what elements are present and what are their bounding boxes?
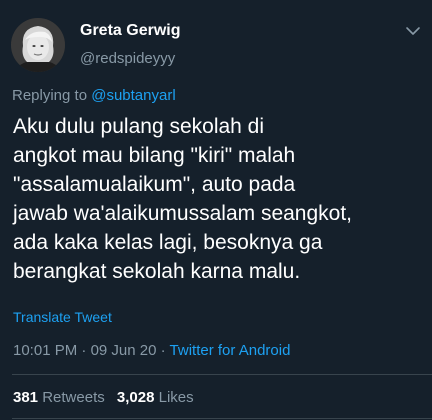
translate-tweet-link[interactable]: Translate Tweet bbox=[13, 309, 112, 325]
likes-count: 3,028 bbox=[116, 389, 155, 406]
tweet-text-line: berangkat sekolah karna malu. bbox=[13, 260, 301, 283]
tweet-text-line: jawab wa'alaikumussalam seangkot, bbox=[13, 202, 353, 225]
retweets-label: Retweets bbox=[42, 389, 105, 406]
tweet-source-link[interactable]: Twitter for Android bbox=[170, 342, 291, 359]
tweet-stats: 381 Retweets 3,028 Likes bbox=[13, 389, 202, 406]
tweet-date[interactable]: 09 Jun 20 bbox=[91, 342, 157, 359]
reply-mention-link[interactable]: @subtanyarl bbox=[91, 87, 175, 104]
retweets-stat[interactable]: 381 Retweets bbox=[13, 389, 105, 406]
tweet-card: Greta Gerwig @redspideyyy Replying to @s… bbox=[0, 0, 432, 420]
tweet-text: Aku dulu pulang sekolah di angkot mau bi… bbox=[13, 112, 423, 286]
meta-separator: · bbox=[160, 342, 166, 359]
tweet-text-line: "assalamualaikum", auto pada bbox=[13, 173, 296, 196]
replying-to-label: Replying to bbox=[12, 87, 88, 104]
tweet-time[interactable]: 10:01 PM bbox=[13, 342, 77, 359]
tweet-text-line: ada kaka kelas lagi, besoknya ga bbox=[13, 231, 323, 254]
tweet-text-line: angkot mau bilang "kiri" malah bbox=[13, 144, 296, 167]
retweets-count: 381 bbox=[13, 389, 39, 406]
chevron-down-icon[interactable] bbox=[404, 24, 422, 38]
author-display-name[interactable]: Greta Gerwig bbox=[80, 22, 180, 40]
avatar-photo-icon bbox=[11, 18, 65, 72]
author-handle[interactable]: @redspideyyy bbox=[80, 50, 175, 67]
meta-separator: · bbox=[81, 342, 87, 359]
avatar[interactable] bbox=[11, 18, 65, 72]
tweet-text-line: Aku dulu pulang sekolah di bbox=[13, 115, 265, 138]
likes-stat[interactable]: 3,028 Likes bbox=[117, 389, 194, 406]
divider bbox=[12, 374, 432, 375]
divider bbox=[12, 418, 432, 419]
likes-label: Likes bbox=[158, 389, 194, 406]
replying-to: Replying to @subtanyarl bbox=[12, 87, 176, 104]
tweet-meta: 10:01 PM · 09 Jun 20 · Twitter for Andro… bbox=[13, 342, 290, 359]
